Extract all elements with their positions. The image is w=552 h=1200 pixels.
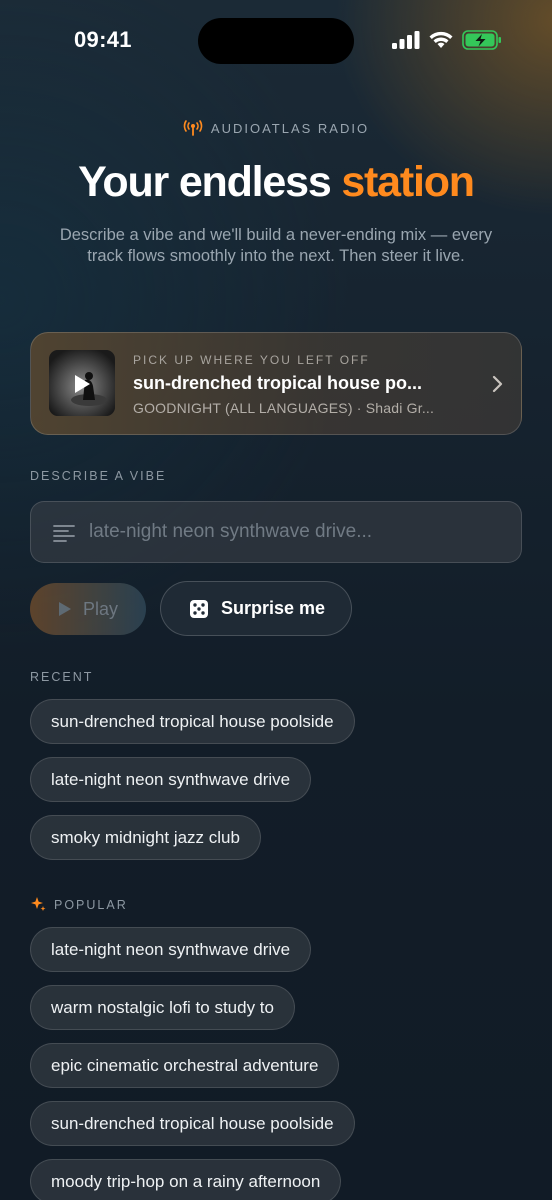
resume-label: PICK UP WHERE YOU LEFT OFF bbox=[133, 353, 370, 367]
popular-chip[interactable]: sun-drenched tropical house poolside bbox=[30, 1101, 355, 1146]
popular-chip[interactable]: epic cinematic orchestral adventure bbox=[30, 1043, 340, 1088]
status-bar: 09:41 bbox=[0, 0, 552, 80]
surprise-me-button[interactable]: Surprise me bbox=[160, 581, 352, 636]
play-icon bbox=[59, 602, 71, 616]
resume-card[interactable]: PICK UP WHERE YOU LEFT OFF sun-drenched … bbox=[30, 332, 522, 435]
radio-icon bbox=[183, 120, 203, 136]
popular-label-text: POPULAR bbox=[54, 898, 128, 912]
popular-chip[interactable]: warm nostalgic lofi to study to bbox=[30, 985, 295, 1030]
popular-chip[interactable]: late-night neon synthwave drive bbox=[30, 927, 312, 972]
popular-chip[interactable]: moody trip-hop on a rainy afternoon bbox=[30, 1159, 342, 1200]
page-title: Your endless station bbox=[0, 158, 552, 207]
title-main: Your endless bbox=[78, 158, 332, 206]
popular-label: POPULAR bbox=[30, 896, 128, 912]
wifi-icon bbox=[429, 31, 453, 48]
page-subtitle: Describe a vibe and we'll build a never-… bbox=[59, 226, 493, 265]
album-cover bbox=[49, 350, 115, 416]
signal-icon bbox=[392, 31, 420, 49]
dynamic-island bbox=[198, 18, 354, 64]
battery-icon bbox=[462, 30, 501, 50]
recent-chip[interactable]: smoky midnight jazz club bbox=[30, 815, 261, 860]
app-name: AUDIOATLAS RADIO bbox=[210, 121, 370, 136]
play-label: Play bbox=[83, 599, 119, 619]
dice-icon bbox=[190, 600, 208, 618]
resume-station-title: sun-drenched tropical house po... bbox=[133, 373, 423, 393]
text-lines-icon bbox=[53, 525, 75, 542]
recent-chip[interactable]: late-night neon synthwave drive bbox=[30, 757, 312, 802]
recent-label: RECENT bbox=[30, 670, 94, 684]
recent-chip[interactable]: sun-drenched tropical house poolside bbox=[30, 699, 355, 744]
status-time: 09:41 bbox=[74, 27, 132, 52]
app-eyebrow: AUDIOATLAS RADIO bbox=[0, 120, 552, 136]
vibe-input-field[interactable] bbox=[30, 501, 522, 563]
describe-label: DESCRIBE A VIBE bbox=[30, 469, 167, 483]
chevron-right-icon bbox=[492, 375, 503, 393]
surprise-me-label: Surprise me bbox=[221, 598, 326, 618]
sparkle-icon bbox=[31, 897, 46, 911]
play-button[interactable]: Play bbox=[30, 583, 146, 635]
play-icon bbox=[75, 375, 90, 393]
vibe-input[interactable] bbox=[89, 502, 509, 562]
title-accent: station bbox=[341, 158, 475, 206]
resume-track-info: GOODNIGHT (ALL LANGUAGES) · Shadi Gr... bbox=[133, 400, 435, 416]
